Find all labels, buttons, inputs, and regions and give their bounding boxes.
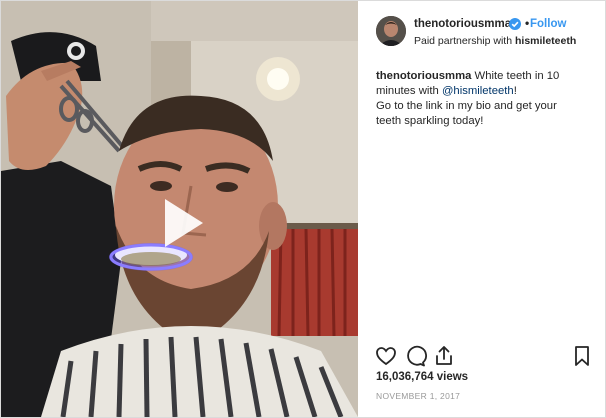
avatar-image [376, 16, 406, 46]
post-side-panel: thenotoriousmma • Follow Paid partnershi… [358, 1, 605, 417]
instagram-post: thenotoriousmma • Follow Paid partnershi… [0, 0, 606, 418]
post-actions [358, 344, 605, 368]
partnership-prefix: Paid partnership with [414, 35, 513, 47]
caption-cta-text: Go to the link in my bio and get your te… [376, 100, 557, 127]
verified-badge-icon [509, 18, 521, 30]
post-video[interactable] [1, 1, 358, 417]
share-icon [436, 346, 452, 365]
header-username[interactable]: thenotoriousmma [414, 18, 511, 30]
play-button[interactable] [151, 195, 211, 251]
paid-partnership-label: Paid partnership with hismileteeth [414, 35, 576, 47]
share-button[interactable] [432, 344, 456, 368]
partner-link[interactable]: hismileteeth [515, 35, 576, 47]
caption-username[interactable]: thenotoriousmma [376, 70, 471, 82]
view-count[interactable]: 16,036,764 views [376, 371, 468, 383]
follow-button[interactable]: Follow [530, 18, 566, 30]
save-button[interactable] [570, 344, 594, 368]
post-date[interactable]: NOVEMBER 1, 2017 [376, 391, 460, 401]
play-icon [165, 199, 203, 247]
comment-icon [407, 345, 427, 367]
avatar[interactable] [376, 16, 406, 46]
bookmark-icon [575, 346, 589, 366]
post-header: thenotoriousmma • Follow Paid partnershi… [358, 1, 605, 51]
separator-dot: • [525, 16, 530, 30]
caption-mention-link[interactable]: @hismileteeth [442, 85, 514, 97]
like-button[interactable] [374, 344, 398, 368]
caption-exclamation: ! [513, 85, 517, 97]
heart-icon [376, 347, 396, 366]
comment-button[interactable] [403, 344, 427, 368]
post-caption: thenotoriousmma White teeth in 10 minute… [376, 69, 576, 129]
